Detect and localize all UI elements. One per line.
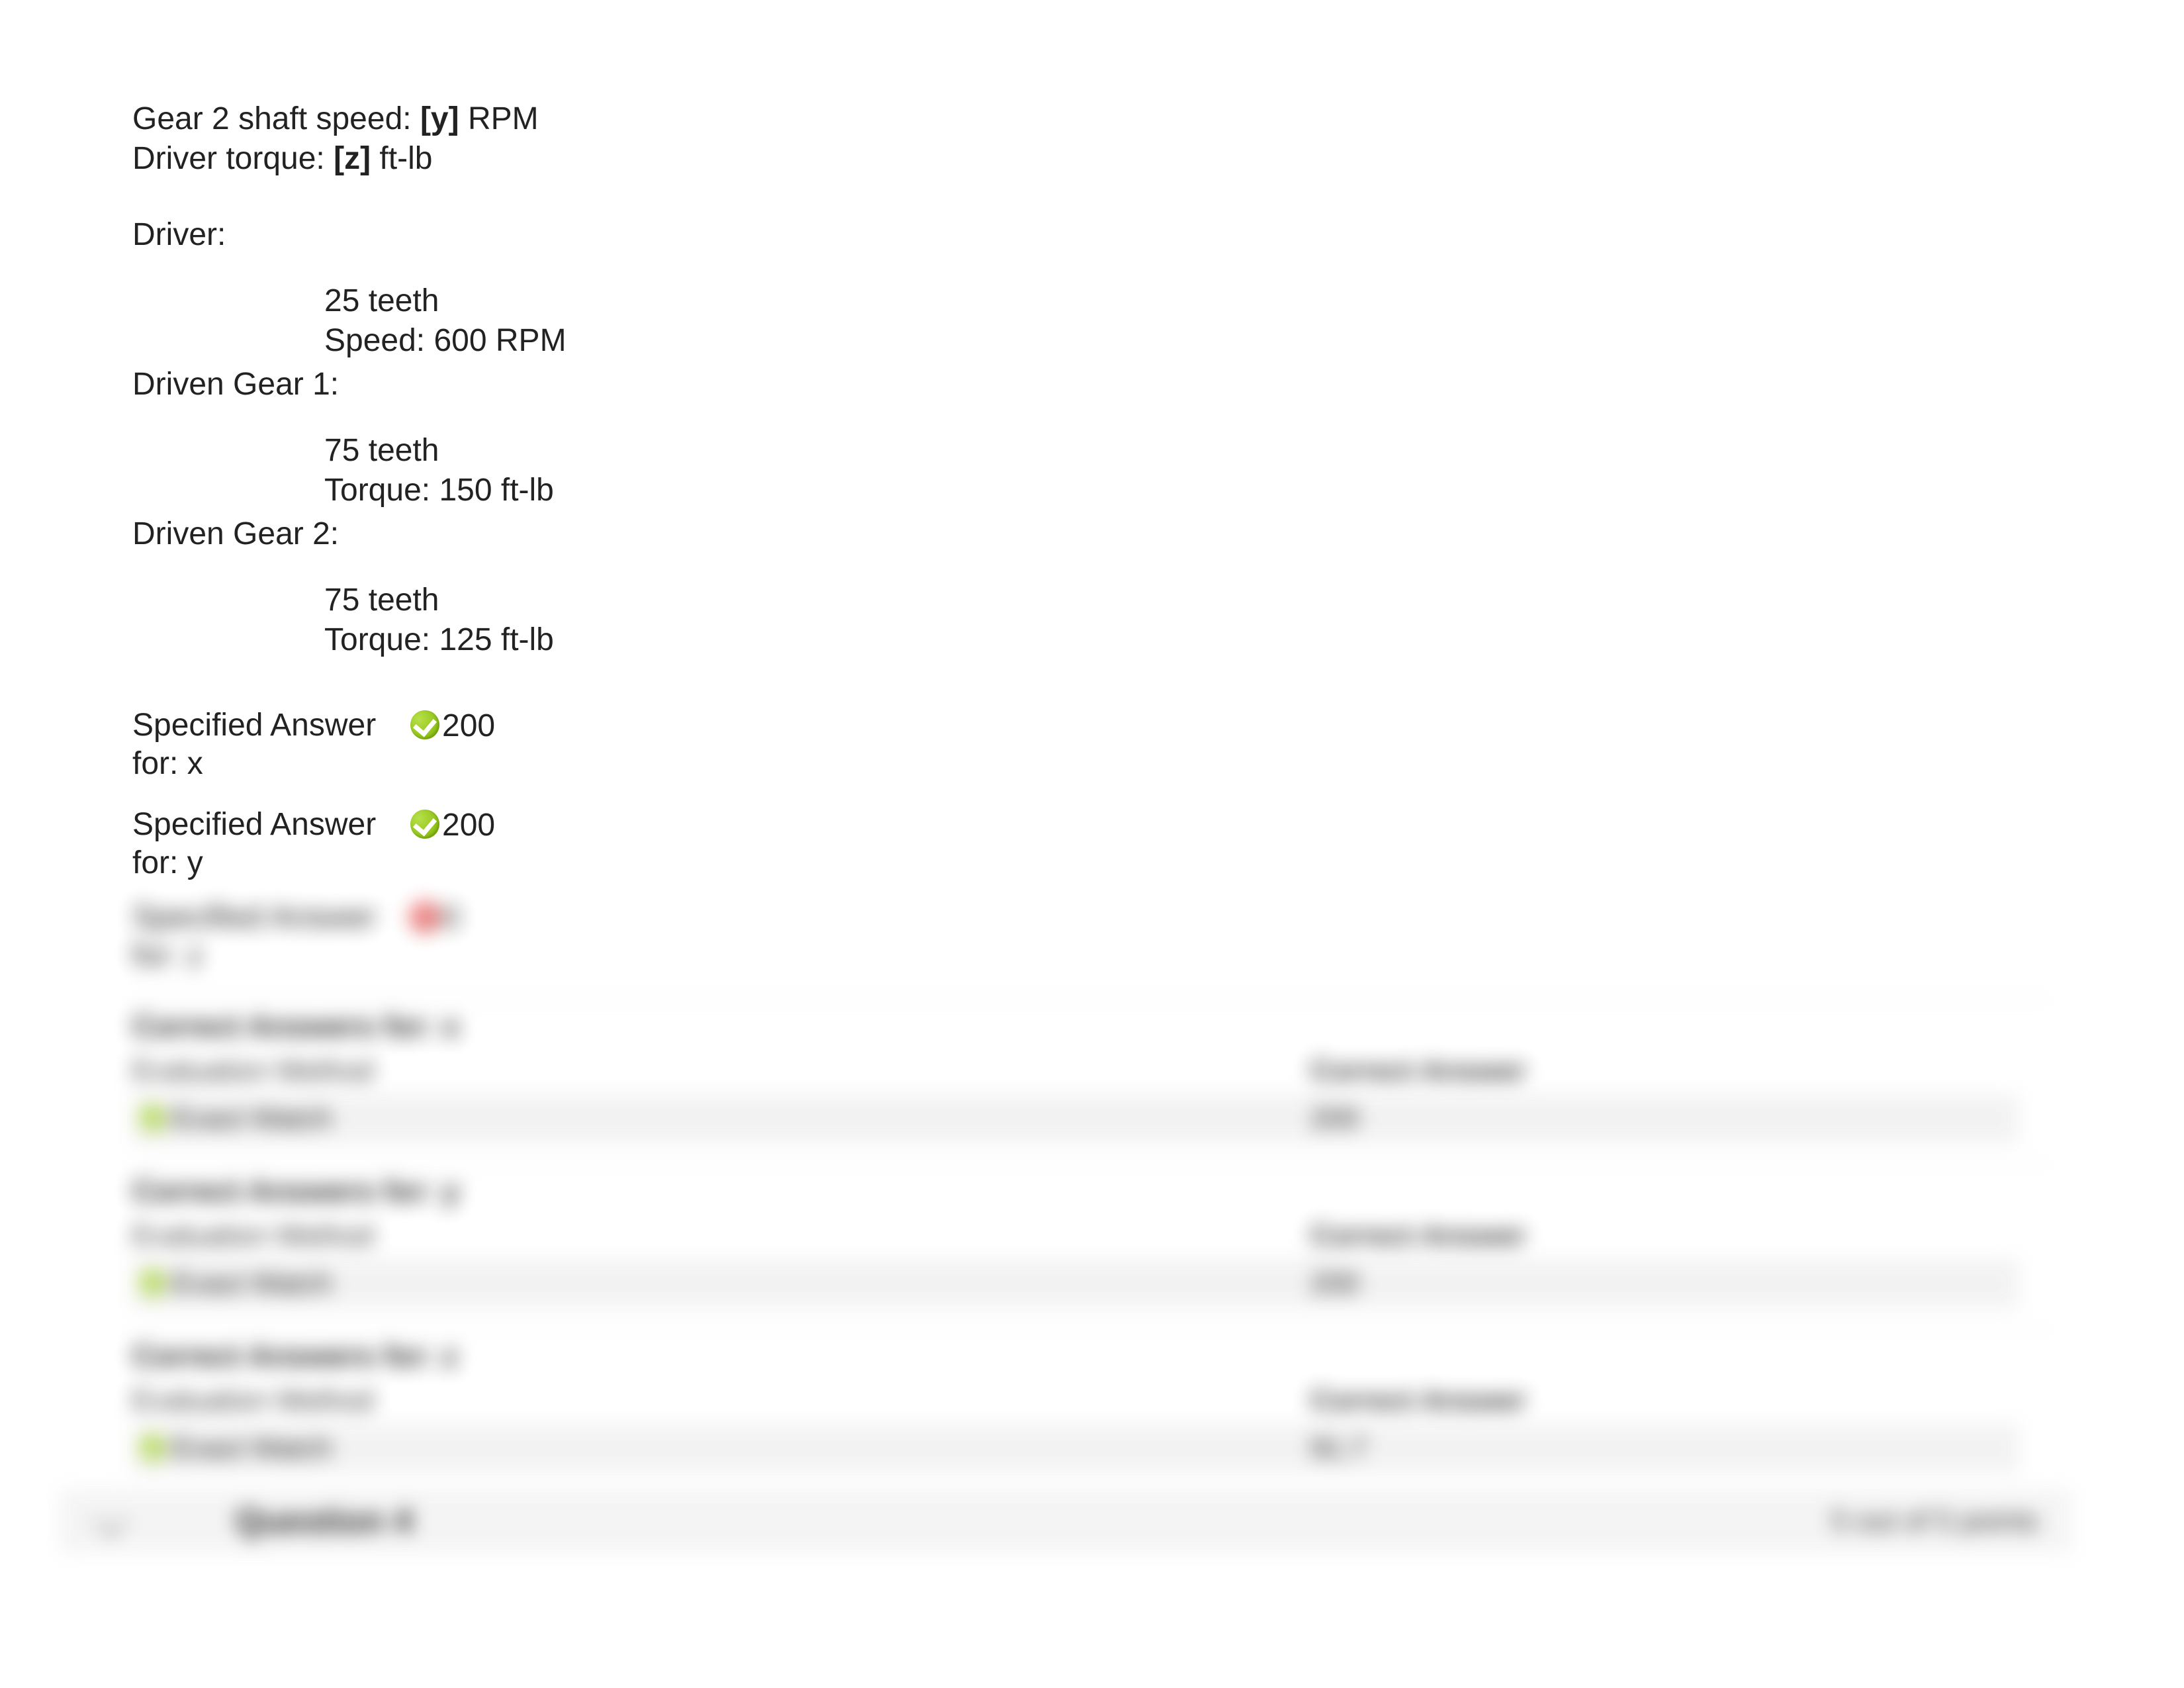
- wrong-icon: [410, 902, 439, 931]
- match-val-x: 200: [1310, 1102, 2012, 1135]
- spec-y-label: Specified Answer for: y: [132, 806, 410, 882]
- spec-row-z: Specified Answer for: z 0: [132, 898, 2052, 974]
- match-val-z: 91.7: [1310, 1432, 2012, 1465]
- specified-answers: Specified Answer for: x 200 Specified An…: [132, 706, 2052, 1553]
- g1-torque: Torque: 150 ft-lb: [324, 471, 2052, 510]
- next-question-label: Question 4: [235, 1501, 467, 1541]
- match-row-y: Exact Match 200: [132, 1259, 2019, 1308]
- g2-teeth: 75 teeth: [324, 581, 2052, 620]
- eval-label-x: Evaluation Method: [132, 1055, 1310, 1088]
- page: Gear 2 shaft speed: [y] RPM Driver torqu…: [0, 0, 2184, 1688]
- correct-icon: [410, 810, 439, 839]
- g1-label: Driven Gear 1:: [132, 365, 2052, 404]
- spec-y-value: 200: [410, 806, 496, 845]
- spec-y-valtxt: 200: [442, 808, 495, 843]
- line2-post: ft-lb: [371, 141, 432, 176]
- spec-x-label: Specified Answer for: x: [132, 706, 410, 782]
- blurred-region: Specified Answer for: z 0 Correct Answer…: [132, 898, 2052, 1552]
- correct-hdr-x: Correct Answers for: x: [132, 998, 2052, 1044]
- match-label-y: Exact Match: [172, 1267, 332, 1300]
- spec-row-y: Specified Answer for: y 200: [132, 806, 2052, 882]
- driver-speed: Speed: 600 RPM: [324, 321, 2052, 361]
- g2-detail: 75 teeth Torque: 125 ft-lb: [324, 581, 2052, 660]
- correct-hdr-y: Correct Answers for: y: [132, 1163, 2052, 1209]
- chevron-down-icon: [95, 1505, 127, 1537]
- match-label-z: Exact Match: [172, 1432, 332, 1465]
- spec-x-valtxt: 200: [442, 708, 495, 743]
- driver-teeth: 25 teeth: [324, 281, 2052, 321]
- spec-z-value: 0: [410, 898, 496, 938]
- question-bar[interactable]: Question 4 5 out of 5 points: [60, 1489, 2071, 1553]
- match-row-z: Exact Match 91.7: [132, 1424, 2019, 1473]
- eval-label-y: Evaluation Method: [132, 1219, 1310, 1252]
- g2-label: Driven Gear 2:: [132, 514, 2052, 554]
- spec-z-valtxt: 0: [442, 900, 460, 935]
- correct-icon: [139, 1270, 165, 1297]
- eval-label-z: Evaluation Method: [132, 1384, 1310, 1417]
- correct-col-y: Correct Answer: [1310, 1219, 2052, 1252]
- spec-x-value: 200: [410, 706, 496, 746]
- match-label-x: Exact Match: [172, 1102, 332, 1135]
- driver-detail: 25 teeth Speed: 600 RPM: [324, 281, 2052, 361]
- line2-var: [z]: [334, 141, 371, 176]
- spec-row-x: Specified Answer for: x 200: [132, 706, 2052, 782]
- correct-hdr-z: Correct Answers for: z: [132, 1328, 2052, 1374]
- question-text: Gear 2 shaft speed: [y] RPM Driver torqu…: [132, 99, 2052, 179]
- match-val-y: 200: [1310, 1267, 2012, 1300]
- line2-pre: Driver torque:: [132, 141, 334, 176]
- eval-row-z: Evaluation Method Correct Answer: [132, 1379, 2052, 1417]
- line1-pre: Gear 2 shaft speed:: [132, 101, 420, 136]
- g1-detail: 75 teeth Torque: 150 ft-lb: [324, 431, 2052, 510]
- line1-var: [y]: [420, 101, 459, 136]
- correct-col-z: Correct Answer: [1310, 1384, 2052, 1417]
- eval-row-x: Evaluation Method Correct Answer: [132, 1049, 2052, 1088]
- line1-post: RPM: [459, 101, 539, 136]
- correct-icon: [410, 710, 439, 739]
- g2-torque: Torque: 125 ft-lb: [324, 620, 2052, 660]
- correct-icon: [139, 1435, 165, 1462]
- points-label: 5 out of 5 points: [1831, 1505, 2038, 1538]
- spec-z-label: Specified Answer for: z: [132, 898, 410, 974]
- correct-icon: [139, 1105, 165, 1132]
- correct-col-x: Correct Answer: [1310, 1055, 2052, 1088]
- g1-teeth: 75 teeth: [324, 431, 2052, 471]
- driver-label: Driver:: [132, 215, 2052, 255]
- eval-row-y: Evaluation Method Correct Answer: [132, 1214, 2052, 1252]
- match-row-x: Exact Match 200: [132, 1094, 2019, 1143]
